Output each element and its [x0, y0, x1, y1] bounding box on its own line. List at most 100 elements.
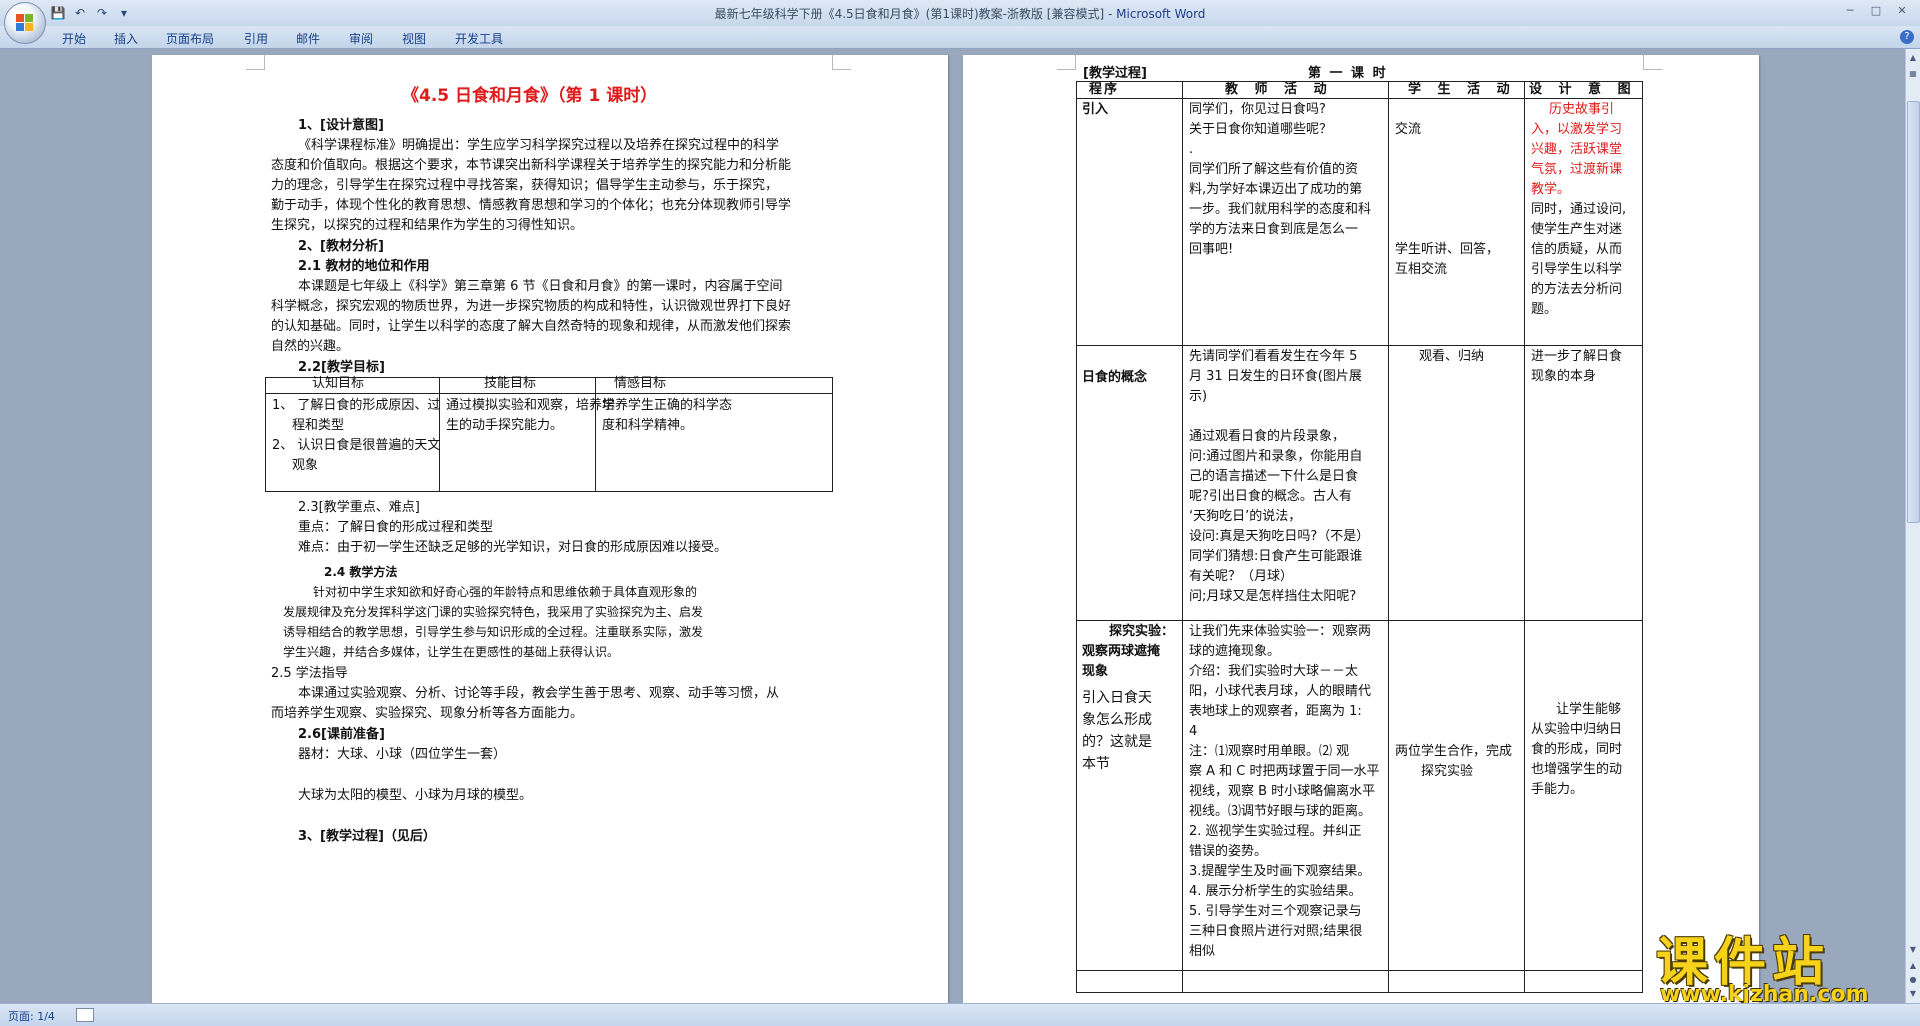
step-note: 象怎么形成: [1082, 712, 1152, 728]
col-header-step: 程序: [1089, 82, 1120, 97]
close-icon[interactable]: ✕: [1890, 2, 1914, 20]
design-line: 手能力。: [1531, 782, 1584, 797]
heading-2-6: 2.6[课前准备]: [298, 727, 385, 742]
heading-design-intent: 1、[设计意图]: [298, 118, 384, 133]
paragraph-line: 的认知基础。同时，让学生以科学的态度了解大自然奇特的现象和规律，从而激发他们探索: [271, 319, 792, 334]
student-line: 探究实验: [1421, 764, 1474, 779]
teacher-line: 关于日食你知道哪些呢？: [1189, 122, 1333, 137]
teacher-line: 回事吧!: [1189, 242, 1234, 257]
teacher-line: 呢?引出日食的概念。古人有: [1189, 489, 1352, 504]
teacher-line: 察 A 和 C 时把两球置于同一水平: [1189, 764, 1380, 779]
teacher-line: 先请同学们看看发生在今年 5: [1189, 349, 1358, 364]
teacher-line: 问:通过图片和录象，你能用自: [1189, 449, 1363, 464]
title-bar: 💾 ↶ ↷ ▾ 最新七年级科学下册《4.5日食和月食》(第1课时)教案-浙教版 …: [0, 0, 1920, 26]
teacher-line: 设问:真是天狗吃日吗?（不是）: [1189, 529, 1370, 544]
tab-view[interactable]: 视图: [402, 30, 426, 47]
crop-mark: [1643, 55, 1662, 70]
design-line: 信的质疑，从而: [1531, 242, 1623, 257]
step-experiment: 观察两球遮掩: [1082, 644, 1161, 659]
tab-home[interactable]: 开始: [62, 30, 86, 47]
difficult-point: 难点：由于初一学生还缺乏足够的光学知识，对日食的形成原因难以接受。: [298, 540, 728, 555]
goals-cell: 1、 了解日食的形成原因、过: [272, 398, 441, 413]
teacher-line: 己的语言描述一下什么是日食: [1189, 469, 1359, 484]
design-line: 使学生产生对迷: [1531, 222, 1623, 237]
goals-cell: 2、 认识日食是很普遍的天文: [272, 438, 441, 453]
scroll-up-icon[interactable]: ▲: [1906, 51, 1920, 65]
teacher-line: 球的遮掩现象。: [1189, 644, 1281, 659]
paragraph-line: 《科学课程标准》明确提出：学生应学习科学探究过程以及培养在探究过程中的科学: [298, 138, 780, 153]
goals-header-skills: 技能目标: [484, 376, 537, 391]
step-note: 引入日食天: [1082, 690, 1152, 706]
design-line: 食的形成，同时: [1531, 742, 1623, 757]
proofing-icon[interactable]: [76, 1008, 94, 1022]
page-count[interactable]: 页面: 1/4: [8, 1008, 55, 1024]
teacher-line: ‘天狗吃日’的说法，: [1189, 509, 1302, 524]
ruler-toggle-icon[interactable]: ▦: [1906, 67, 1920, 81]
teacher-line: 注：⑴观察时用单眼。⑵ 观: [1189, 744, 1350, 759]
goals-cell: 培养学生正确的科学态: [602, 398, 733, 413]
design-line: 同时，通过设问,: [1531, 202, 1627, 217]
watermark: 课件站 www.kjzhan.com: [1656, 920, 1918, 1010]
paragraph-line: 态度和价值取向。根据这个要求，本节课突出新科学课程关于培养学生的探究能力和分析能: [271, 158, 792, 173]
goals-header-cognitive: 认知目标: [312, 376, 365, 391]
design-line-red: 兴趣，活跃课堂: [1531, 142, 1623, 157]
design-line-red: 历史故事引: [1549, 102, 1615, 117]
design-line: 的方法去分析问: [1531, 282, 1623, 297]
window-title: 最新七年级科学下册《4.5日食和月食》(第1课时)教案-浙教版 [兼容模式] -…: [0, 5, 1920, 22]
crop-mark: [832, 55, 851, 70]
teacher-line: 通过观看日食的片段录象，: [1189, 429, 1346, 444]
office-logo-icon: [16, 14, 34, 32]
tab-developer[interactable]: 开发工具: [455, 30, 503, 47]
design-line: 进一步了解日食: [1531, 349, 1623, 364]
teacher-line: 同学们猜想:日食产生可能跟谁: [1189, 549, 1363, 564]
design-line: 让学生能够: [1556, 702, 1622, 717]
scrollbar-thumb[interactable]: [1907, 101, 1920, 523]
goals-cell: 度和科学精神。: [602, 418, 694, 433]
teacher-line: 让我们先来体验实验一：观察两: [1189, 624, 1372, 639]
step-eclipse-concept: 日食的概念: [1082, 370, 1148, 385]
design-line: 题。: [1531, 302, 1558, 317]
tab-mailings[interactable]: 邮件: [296, 30, 320, 47]
design-line: 也增强学生的动: [1531, 762, 1623, 777]
maximize-icon[interactable]: □: [1864, 2, 1888, 20]
document-title: 最新七年级科学下册《4.5日食和月食》(第1课时)教案-浙教版 [兼容模式] -: [714, 7, 1117, 21]
paragraph-line: 学生兴趣，并结合多媒体，让学生在更感性的基础上获得认识。: [283, 645, 620, 659]
teacher-line: 示): [1189, 389, 1208, 404]
teacher-line: 同学们，你见过日食吗?: [1189, 102, 1326, 117]
office-button[interactable]: [4, 2, 46, 44]
crop-mark: [1057, 55, 1076, 70]
design-line: 从实验中归纳日: [1531, 722, 1623, 737]
window-controls: ─ □ ✕: [1838, 2, 1914, 20]
design-line: 引导学生以科学: [1531, 262, 1623, 277]
paragraph-line: 针对初中学生求知欲和好奇心强的年龄特点和思维依赖于具体直观形象的: [313, 585, 698, 599]
student-line: 两位学生合作，完成: [1395, 744, 1513, 759]
document-area[interactable]: 《4.5 日食和月食》（第 1 课时） 1、[设计意图] 《科学课程标准》明确提…: [0, 49, 1906, 1003]
goals-header-affective: 情感目标: [614, 376, 667, 391]
step-note: 的？这就是: [1082, 734, 1152, 750]
heading-2-4: 2.4 教学方法: [324, 565, 398, 579]
teacher-line: 学的方法来日食到底是怎么一: [1189, 222, 1359, 237]
paragraph-line: 本课通过实验观察、分析、讨论等手段，教会学生善于思考、观察、动手等习惯，从: [298, 686, 780, 701]
student-line: 观看、归纳: [1419, 349, 1485, 364]
help-icon[interactable]: ?: [1900, 30, 1914, 44]
heading-material-analysis: 2、[教材分析]: [298, 239, 384, 254]
teacher-line: 表地球上的观察者，距离为 1:: [1189, 704, 1362, 719]
tab-insert[interactable]: 插入: [114, 30, 138, 47]
page-1[interactable]: 《4.5 日食和月食》（第 1 课时） 1、[设计意图] 《科学课程标准》明确提…: [152, 55, 948, 1003]
page-2[interactable]: [教学过程] 第 一 课 时 程序 教 师 活 动 学 生 活 动 设 计 意 …: [963, 55, 1759, 1003]
tab-page-layout[interactable]: 页面布局: [166, 30, 214, 47]
tab-review[interactable]: 审阅: [349, 30, 373, 47]
teacher-line: 问;月球又是怎样挡住太阳呢?: [1189, 589, 1357, 604]
materials-line: 器材：大球、小球（四位学生一套）: [298, 747, 507, 762]
paragraph-line: 而培养学生观察、实验探究、现象分析等各方面能力。: [271, 706, 584, 721]
tab-references[interactable]: 引用: [244, 30, 268, 47]
step-intro: 引入: [1082, 102, 1109, 117]
vertical-scrollbar[interactable]: ▲ ▦ ▼ ▲ ● ▼: [1905, 49, 1920, 1003]
doc-title: 《4.5 日食和月食》（第 1 课时）: [402, 86, 658, 106]
teacher-line: 错误的姿势。: [1189, 844, 1268, 859]
minimize-icon[interactable]: ─: [1838, 2, 1862, 20]
design-line: 现象的本身: [1531, 369, 1597, 384]
paragraph-line: 生探究，以探究的过程和结果作为学生的习得性知识。: [271, 218, 584, 233]
heading-2-1: 2.1 教材的地位和作用: [298, 259, 430, 274]
goals-cell: 程和类型: [292, 418, 345, 433]
